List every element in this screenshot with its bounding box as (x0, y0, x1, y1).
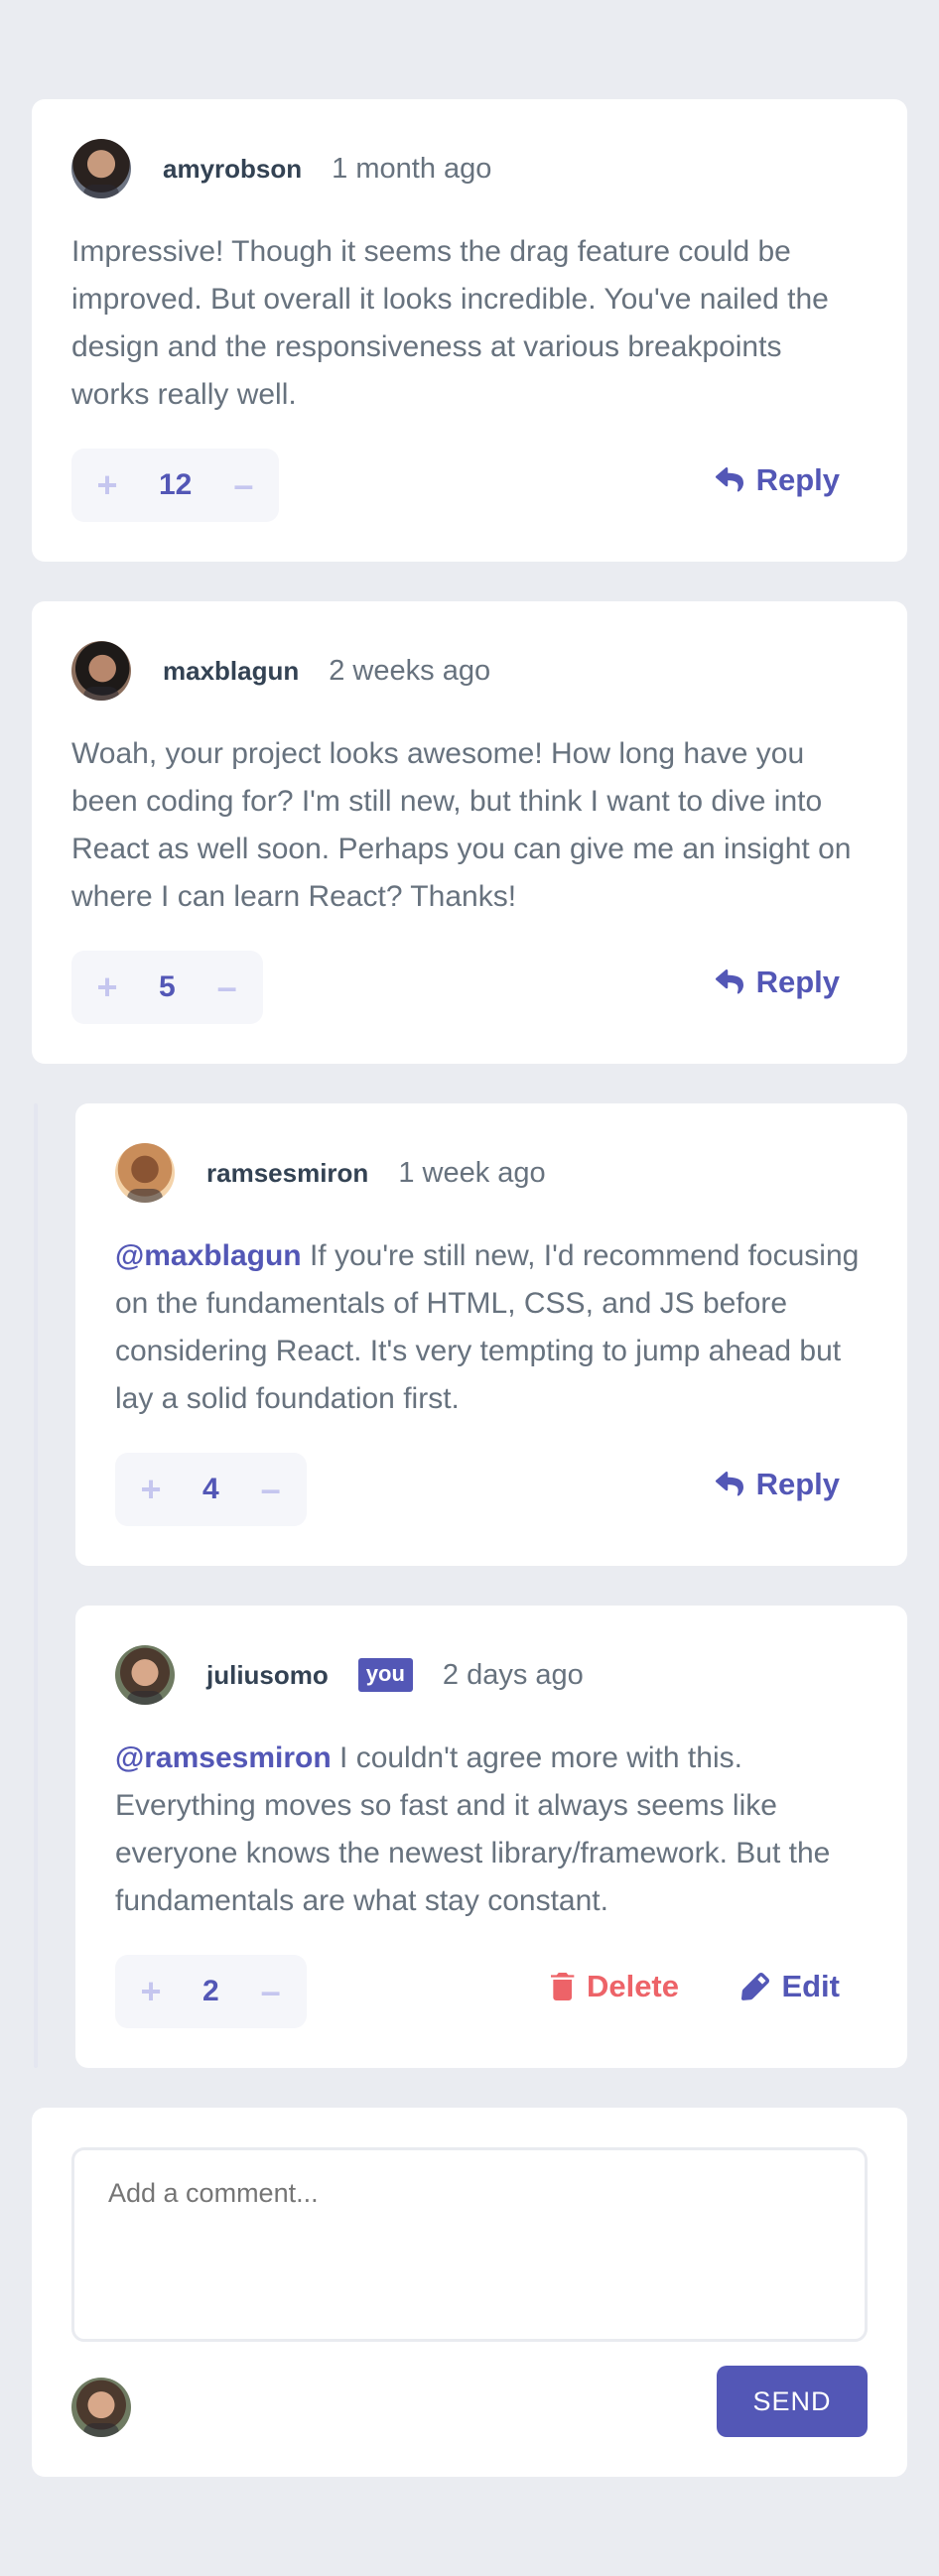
vote-count: 2 (202, 1975, 219, 2007)
reply-icon (715, 969, 744, 995)
vote-count: 4 (202, 1473, 219, 1505)
upvote-button[interactable]: + (93, 969, 121, 1005)
reply-button[interactable]: Reply (715, 1467, 840, 1502)
vote-counter: + 5 – (71, 951, 263, 1024)
reply-icon (715, 1472, 744, 1497)
comment-header: amyrobson 1 month ago (71, 139, 491, 198)
vote-counter: + 4 – (115, 1453, 307, 1526)
downvote-button[interactable]: – (229, 467, 257, 503)
add-comment-card: SEND (32, 2108, 907, 2477)
you-badge: you (357, 1658, 413, 1692)
trash-icon (550, 1973, 575, 2000)
delete-button[interactable]: Delete (550, 1969, 679, 2004)
username: ramsesmiron (206, 1157, 369, 1188)
avatar (71, 641, 131, 701)
comment-header: ramsesmiron 1 week ago (115, 1143, 546, 1203)
upvote-button[interactable]: + (93, 467, 121, 503)
edit-button[interactable]: Edit (741, 1969, 840, 2004)
reply-card: juliusomo you 2 days ago @ramsesmiron I … (75, 1606, 907, 2068)
reply-card: ramsesmiron 1 week ago @maxblagun If you… (75, 1103, 907, 1566)
delete-label: Delete (586, 1969, 679, 2003)
downvote-button[interactable]: – (213, 969, 241, 1005)
timestamp: 1 week ago (398, 1156, 546, 1189)
comment-card: amyrobson 1 month ago Impressive! Though… (32, 99, 907, 562)
reply-icon (715, 467, 744, 493)
username: maxblagun (163, 655, 300, 686)
reply-thread-line (34, 1103, 38, 2068)
vote-counter: + 12 – (71, 449, 280, 522)
vote-counter: + 2 – (115, 1955, 307, 2028)
comments-page: amyrobson 1 month ago Impressive! Though… (0, 0, 939, 2576)
pencil-icon (741, 1973, 770, 2000)
timestamp: 2 days ago (442, 1658, 584, 1691)
reply-label: Reply (755, 1467, 840, 1501)
username: juliusomo (206, 1659, 329, 1690)
reply-button[interactable]: Reply (715, 462, 840, 498)
mention-link[interactable]: @ramsesmiron (115, 1741, 332, 1774)
username: amyrobson (163, 153, 303, 184)
timestamp: 1 month ago (332, 152, 492, 185)
comment-card: maxblagun 2 weeks ago Woah, your project… (32, 601, 907, 1064)
comment-text: @ramsesmiron I couldn't agree more with … (115, 1735, 868, 1925)
reply-label: Reply (755, 965, 840, 999)
comment-header: maxblagun 2 weeks ago (71, 641, 490, 701)
comment-input[interactable] (71, 2147, 868, 2342)
upvote-button[interactable]: + (137, 1472, 165, 1507)
avatar (71, 139, 131, 198)
reply-button[interactable]: Reply (715, 965, 840, 1000)
comment-text: Impressive! Though it seems the drag fea… (71, 235, 829, 411)
avatar (115, 1645, 175, 1705)
timestamp: 2 weeks ago (329, 654, 491, 687)
vote-count: 5 (159, 970, 176, 1003)
comment-text: @maxblagun If you're still new, I'd reco… (115, 1232, 868, 1423)
mention-link[interactable]: @maxblagun (115, 1239, 302, 1272)
comment-text: Woah, your project looks awesome! How lo… (71, 737, 852, 913)
vote-count: 12 (159, 468, 193, 501)
avatar (115, 1143, 175, 1203)
current-user-avatar (71, 2378, 131, 2437)
edit-label: Edit (781, 1969, 840, 2003)
reply-label: Reply (755, 462, 840, 497)
comment-header: juliusomo you 2 days ago (115, 1645, 584, 1705)
upvote-button[interactable]: + (137, 1974, 165, 2009)
downvote-button[interactable]: – (257, 1472, 285, 1507)
send-button[interactable]: SEND (717, 2366, 868, 2437)
downvote-button[interactable]: – (257, 1974, 285, 2009)
